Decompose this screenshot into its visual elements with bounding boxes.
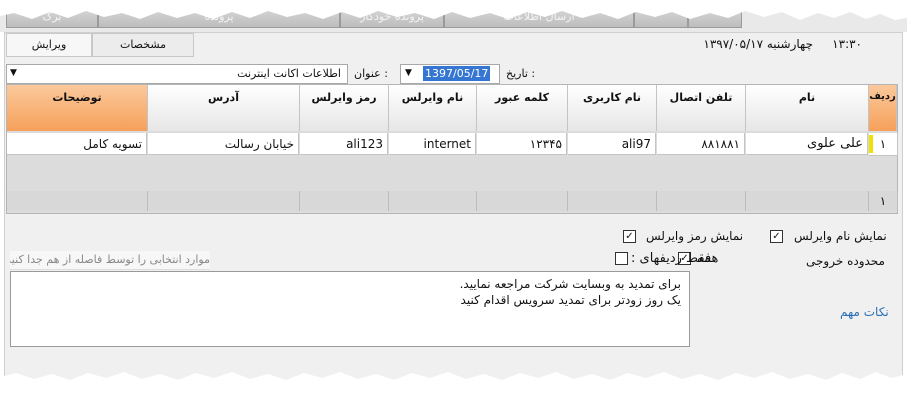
cell-wireless-name[interactable]: internet xyxy=(389,133,476,155)
col-header-address[interactable]: آدرس xyxy=(148,85,300,131)
rows-input[interactable]: موارد انتخابی را توسط فاصله از هم جدا کن… xyxy=(10,251,210,270)
chevron-down-icon: ▼ xyxy=(405,68,412,78)
col-header-username[interactable]: نام کاربری xyxy=(568,85,657,131)
summary-cell xyxy=(477,191,568,211)
summary-cell xyxy=(7,191,148,211)
cell-name[interactable]: علی علوی xyxy=(746,133,868,155)
cell-address[interactable]: خیابان رسالت xyxy=(148,133,299,155)
notes-line-2: یک روز زودتر برای تمدید سرویس اقدام کنید xyxy=(460,293,681,307)
cell-wireless-pass[interactable]: ali123 xyxy=(300,133,388,155)
show-wireless-name-checkbox[interactable]: ✓ xyxy=(770,230,783,243)
summary-cell xyxy=(389,191,477,211)
cell-phone[interactable]: ۸۸۱۸۸۱ xyxy=(657,133,745,155)
summary-row-number: ۱ xyxy=(869,191,898,211)
show-wireless-pass-checkbox[interactable]: ✓ xyxy=(623,230,636,243)
data-grid: توضیحات آدرس رمز وایرلس نام وایرلس کلمه … xyxy=(6,84,898,214)
title-select[interactable]: ▼ اطلاعات اکانت اینترنت xyxy=(6,64,348,84)
summary-cell xyxy=(746,191,869,211)
cell-row-number[interactable]: ۱ xyxy=(869,133,898,156)
col-header-wireless-pass[interactable]: رمز وایرلس xyxy=(300,85,389,131)
tab-details[interactable]: مشخصات xyxy=(92,33,194,57)
only-rows-checkbox[interactable] xyxy=(615,252,628,265)
col-header-row[interactable]: ردیف xyxy=(869,85,897,131)
torn-edge-top xyxy=(0,0,907,20)
col-header-wireless-name[interactable]: نام وایرلس xyxy=(389,85,477,131)
torn-edge-bottom xyxy=(0,372,907,399)
header-date: چهارشنبه ۱۳۹۷/۰۵/۱۷ xyxy=(703,37,813,51)
notes-line-1: برای تمدید به وبسایت شرکت مراجعه نمایید. xyxy=(459,277,681,291)
chevron-down-icon: ▼ xyxy=(10,68,17,78)
summary-cell xyxy=(148,191,300,211)
row-marker xyxy=(869,135,873,153)
summary-cell xyxy=(300,191,389,211)
row-number: ۱ xyxy=(879,137,887,151)
date-picker[interactable]: ▼ 1397/05/17 xyxy=(400,64,500,84)
notes-label: نکات مهم xyxy=(840,305,889,319)
show-wireless-name-label: نمایش نام وایرلس xyxy=(794,229,887,243)
show-wireless-pass-label: نمایش رمز وایرلس xyxy=(646,229,744,243)
only-rows-label: فقط ردیفهای : xyxy=(631,251,712,266)
cell-password[interactable]: ۱۲۳۴۵ xyxy=(477,133,567,155)
col-header-notes[interactable]: توضیحات xyxy=(7,85,148,131)
cell-username[interactable]: ali97 xyxy=(568,133,656,155)
col-header-name[interactable]: نام xyxy=(746,85,869,131)
date-value: 1397/05/17 xyxy=(423,66,491,81)
output-range-label: محدوده خروجی xyxy=(806,254,885,268)
summary-cell xyxy=(568,191,657,211)
title-value: اطلاعات اکانت اینترنت xyxy=(237,67,341,80)
date-label: تاریخ : xyxy=(506,67,536,80)
title-label: عنوان : xyxy=(354,67,388,80)
summary-cell xyxy=(657,191,746,211)
col-header-password[interactable]: کلمه عبور xyxy=(477,85,568,131)
cell-notes[interactable]: تسویه کامل xyxy=(7,133,147,155)
notes-textarea[interactable]: برای تمدید به وبسایت شرکت مراجعه نمایید.… xyxy=(10,271,690,347)
col-header-phone[interactable]: تلفن اتصال xyxy=(657,85,746,131)
header-time: ۱۳:۳۰ xyxy=(832,37,862,51)
tab-edit[interactable]: ویرایش xyxy=(6,33,92,57)
